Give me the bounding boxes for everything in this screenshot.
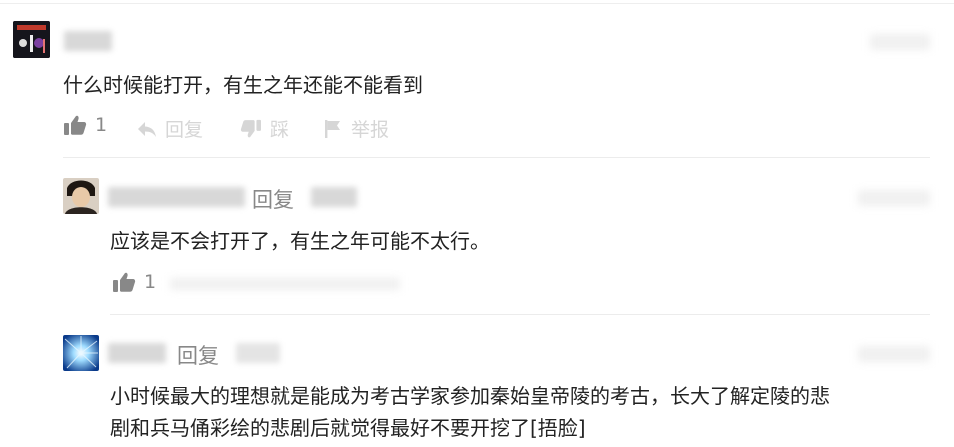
reply-1-avatar[interactable] [63, 178, 99, 214]
reply-1-username[interactable] [108, 187, 245, 207]
reply-2-text-line-1: 小时候最大的理想就是能成为考古学家参加秦始皇帝陵的考古，长大了解定陵的悲 [110, 384, 830, 408]
avatar-image-icon [63, 335, 99, 371]
comment-divider [63, 157, 930, 158]
reply-1-reply-word: 回复 [252, 188, 294, 212]
thumbs-up-icon [64, 115, 87, 135]
commenter-avatar[interactable] [13, 21, 50, 58]
reply-1-reply-to[interactable] [311, 187, 357, 207]
commenter-username[interactable] [64, 31, 112, 51]
comment-timestamp [870, 34, 930, 50]
like-button[interactable]: 1 [63, 114, 107, 136]
dislike-label: 踩 [270, 119, 290, 141]
avatar-image-icon [63, 178, 99, 214]
report-label: 举报 [351, 119, 390, 141]
reply-2-avatar[interactable] [63, 335, 99, 371]
thumbs-up-icon [113, 272, 136, 292]
reply-1-like-button[interactable]: 1 [112, 271, 156, 293]
reply-1-timestamp [858, 190, 930, 206]
reply-1-faded-actions [170, 278, 400, 290]
thumbs-down-icon [240, 119, 261, 137]
reply-2-reply-word: 回复 [177, 344, 219, 368]
flag-icon [325, 119, 340, 138]
reply-2-username[interactable] [108, 343, 166, 363]
reply-divider [110, 314, 930, 315]
reply-2-text-line-2: 剧和兵马俑彩绘的悲剧后就觉得最好不要开挖了[捂脸] [110, 416, 586, 440]
like-count: 1 [95, 114, 108, 136]
comment-text: 什么时候能打开，有生之年还能不能看到 [63, 73, 423, 97]
reply-1-like-count: 1 [144, 271, 157, 293]
reply-button[interactable]: 回复 [137, 115, 203, 142]
dislike-button[interactable]: 踩 [240, 115, 289, 142]
report-button[interactable]: 举报 [323, 115, 389, 142]
reply-arrow-icon [138, 121, 156, 137]
avatar-image-icon [13, 21, 50, 58]
reply-1-text: 应该是不会打开了，有生之年可能不太行。 [110, 229, 490, 253]
top-divider [0, 3, 954, 4]
reply-label: 回复 [165, 119, 204, 141]
reply-2-timestamp [858, 346, 930, 362]
reply-2-reply-to[interactable] [236, 343, 280, 363]
